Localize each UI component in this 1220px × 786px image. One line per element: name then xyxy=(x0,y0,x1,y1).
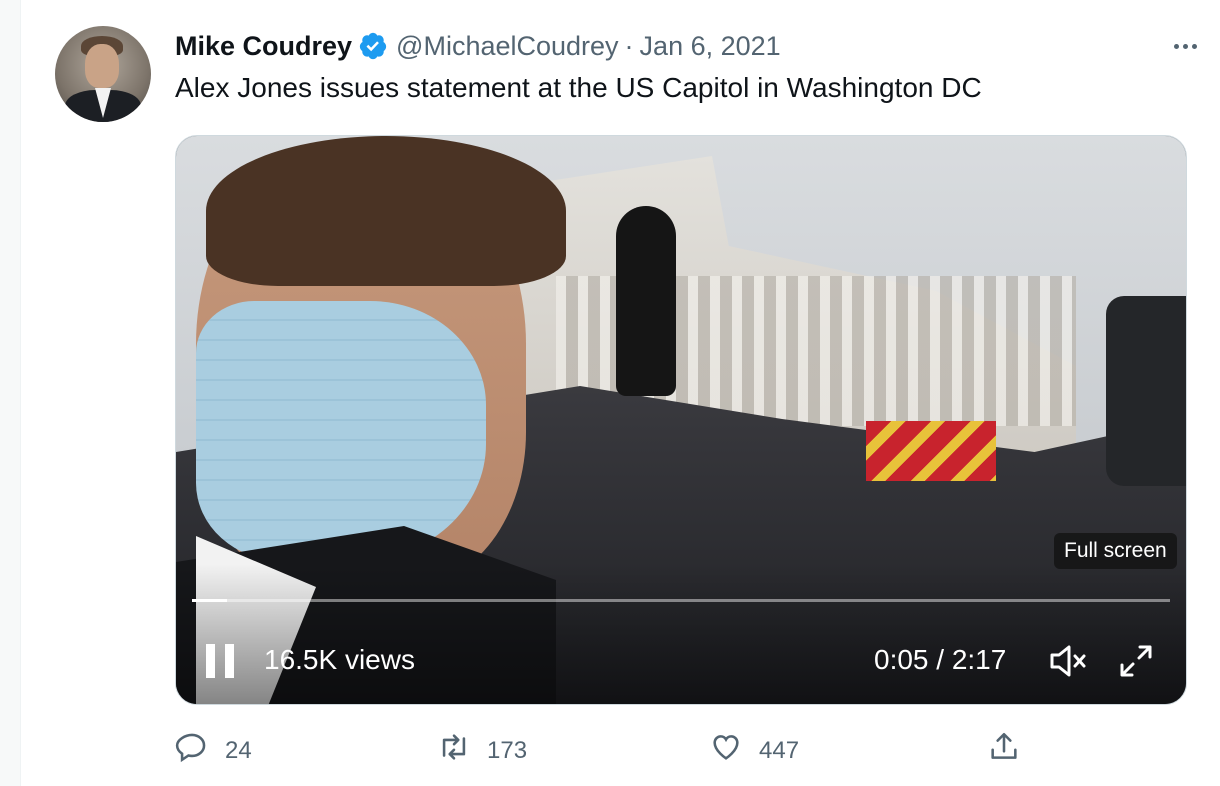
reply-count: 24 xyxy=(225,736,252,764)
video-controls-gradient xyxy=(176,564,1186,704)
video-frame-firetruck xyxy=(866,421,996,481)
muted-speaker-icon[interactable] xyxy=(1048,643,1088,679)
reply-icon xyxy=(175,730,209,771)
retweet-icon xyxy=(437,730,471,771)
avatar[interactable] xyxy=(55,26,151,122)
share-icon xyxy=(987,730,1021,771)
video-player[interactable]: Full screen 16.5K views 0:05 / 2:17 xyxy=(175,135,1187,705)
author-name[interactable]: Mike Coudrey xyxy=(175,31,352,62)
more-dot xyxy=(1191,43,1197,49)
pause-bar xyxy=(206,644,215,678)
video-frame-hair xyxy=(206,136,566,286)
tweet-date[interactable]: Jan 6, 2021 xyxy=(640,31,781,62)
tweet-card[interactable]: Mike Coudrey @MichaelCoudrey · Jan 6, 20… xyxy=(20,0,1220,786)
more-dot xyxy=(1182,43,1188,49)
more-options-icon[interactable] xyxy=(1167,34,1203,58)
like-button[interactable]: 447 xyxy=(709,730,799,771)
video-frame-raised-hand xyxy=(616,206,676,396)
video-frame-mask xyxy=(196,301,486,561)
verified-badge-icon xyxy=(358,31,388,61)
reply-button[interactable]: 24 xyxy=(175,730,252,771)
avatar-face xyxy=(85,44,119,88)
retweet-button[interactable]: 173 xyxy=(437,730,527,771)
video-frame-person xyxy=(196,136,566,586)
video-progress-bar[interactable] xyxy=(192,599,1170,602)
more-dot xyxy=(1173,43,1179,49)
separator-dot: · xyxy=(624,30,634,61)
author-handle[interactable]: @MichaelCoudrey xyxy=(396,31,619,62)
view-count: 16.5K views xyxy=(264,644,415,675)
tweet-text: Alex Jones issues statement at the US Ca… xyxy=(175,72,982,103)
fullscreen-tooltip: Full screen xyxy=(1054,533,1177,569)
retweet-count: 173 xyxy=(487,736,528,764)
like-count: 447 xyxy=(759,736,800,764)
pause-icon[interactable] xyxy=(206,644,234,678)
pause-bar xyxy=(225,644,234,678)
share-button[interactable] xyxy=(987,730,1021,771)
video-frame-phone xyxy=(1106,296,1186,486)
video-time: 0:05 / 2:17 xyxy=(874,644,1007,675)
heart-icon xyxy=(709,730,743,771)
tweet-header: Mike Coudrey @MichaelCoudrey · Jan 6, 20… xyxy=(175,28,781,64)
fullscreen-icon[interactable] xyxy=(1116,641,1156,681)
video-progress-fill xyxy=(192,599,228,602)
